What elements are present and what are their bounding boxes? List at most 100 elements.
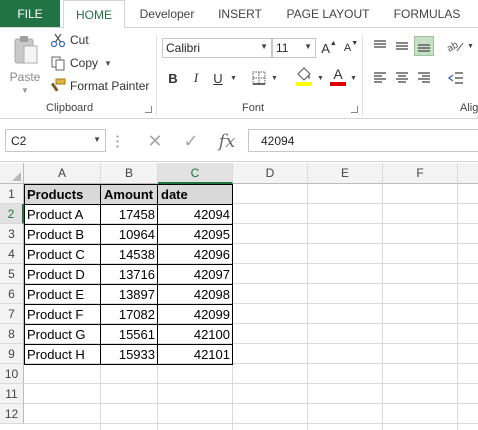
- chevron-down-icon[interactable]: ▼: [467, 43, 474, 50]
- cell-a2[interactable]: Product A: [24, 204, 101, 224]
- cell-c7[interactable]: 42099: [158, 304, 233, 324]
- row-header-3[interactable]: 3: [0, 224, 24, 244]
- tab-file[interactable]: FILE: [0, 0, 60, 27]
- format-painter-button[interactable]: Format Painter: [50, 76, 149, 96]
- cell-c4[interactable]: 42096: [158, 244, 233, 264]
- bold-button[interactable]: B: [163, 68, 183, 88]
- cell-c3[interactable]: 42095: [158, 224, 233, 244]
- row-header-8[interactable]: 8: [0, 324, 24, 344]
- align-top-button[interactable]: [370, 36, 390, 56]
- row-header-9[interactable]: 9: [0, 344, 24, 364]
- font-size-select[interactable]: 11 ▼: [272, 38, 316, 58]
- shrink-font-button[interactable]: A ▼: [341, 38, 361, 58]
- grow-font-button[interactable]: A ▲: [319, 38, 339, 58]
- cell-b9[interactable]: 15933: [101, 344, 158, 364]
- column-header-d[interactable]: D: [233, 163, 308, 184]
- tab-home[interactable]: HOME: [63, 0, 125, 28]
- cell-c1[interactable]: date: [158, 184, 233, 204]
- cell-a5[interactable]: Product D: [24, 264, 101, 284]
- cell-b3[interactable]: 10964: [101, 224, 158, 244]
- font-size-value: 11: [276, 41, 289, 55]
- column-header-a[interactable]: A: [24, 163, 101, 184]
- cell-a8[interactable]: Product G: [24, 324, 101, 344]
- ribbon-tab-bar: FILE HOME Developer INSERT PAGE LAYOUT F…: [0, 0, 478, 28]
- cell-a9[interactable]: Product H: [24, 344, 101, 364]
- align-center-button[interactable]: [392, 68, 412, 88]
- column-header-partial[interactable]: [458, 163, 478, 184]
- cell-c9[interactable]: 42101: [158, 344, 233, 364]
- cell-a6[interactable]: Product E: [24, 284, 101, 304]
- align-middle-button[interactable]: [392, 36, 412, 56]
- decrease-indent-icon: [448, 72, 463, 84]
- row-header-11[interactable]: 11: [0, 384, 24, 404]
- cell-b8[interactable]: 15561: [101, 324, 158, 344]
- borders-button[interactable]: [249, 68, 269, 88]
- cell-b6[interactable]: 13897: [101, 284, 158, 304]
- cut-button[interactable]: Cut: [50, 30, 89, 50]
- copy-button[interactable]: Copy ▼: [50, 53, 112, 73]
- decrease-indent-button[interactable]: [446, 68, 466, 88]
- cell-b4[interactable]: 14538: [101, 244, 158, 264]
- cell-c8[interactable]: 42100: [158, 324, 233, 344]
- paste-button[interactable]: Paste ▼: [6, 32, 44, 98]
- insert-function-icon[interactable]: fx: [216, 131, 238, 152]
- row-header-4[interactable]: 4: [0, 244, 24, 264]
- worksheet-grid[interactable]: A B C D E F 1 2 3 4 5 6 7 8 9 10 11 12 P…: [0, 163, 478, 430]
- chevron-down-icon[interactable]: ▼: [317, 75, 324, 82]
- cell-a7[interactable]: Product F: [24, 304, 101, 324]
- formula-bar-grip[interactable]: [116, 134, 119, 148]
- font-color-button[interactable]: A: [328, 66, 348, 86]
- group-divider: [362, 34, 363, 116]
- chevron-down-icon[interactable]: ▼: [350, 75, 357, 82]
- fill-color-button[interactable]: [294, 66, 314, 86]
- chevron-down-icon[interactable]: ▼: [104, 59, 112, 68]
- row-header-2[interactable]: 2: [0, 204, 24, 224]
- row-header-10[interactable]: 10: [0, 364, 24, 384]
- row-header-6[interactable]: 6: [0, 284, 24, 304]
- column-header-c[interactable]: C: [158, 163, 233, 184]
- column-header-b[interactable]: B: [101, 163, 158, 184]
- tab-page-layout[interactable]: PAGE LAYOUT: [278, 0, 378, 27]
- caret-up-icon: ▲: [329, 39, 337, 47]
- cell-c6[interactable]: 42098: [158, 284, 233, 304]
- column-header-f[interactable]: F: [383, 163, 458, 184]
- row-header-5[interactable]: 5: [0, 264, 24, 284]
- select-all-corner[interactable]: [0, 163, 24, 184]
- cell-c5[interactable]: 42097: [158, 264, 233, 284]
- chevron-down-icon[interactable]: ▼: [93, 135, 101, 144]
- orientation-button[interactable]: ab: [446, 36, 466, 56]
- name-box[interactable]: C2 ▼: [5, 129, 106, 152]
- cell-a3[interactable]: Product B: [24, 224, 101, 244]
- align-middle-icon: [396, 42, 408, 50]
- cell-b5[interactable]: 13716: [101, 264, 158, 284]
- cell-b2[interactable]: 17458: [101, 204, 158, 224]
- align-right-button[interactable]: [414, 68, 434, 88]
- cell-a4[interactable]: Product C: [24, 244, 101, 264]
- column-header-e[interactable]: E: [308, 163, 383, 184]
- clipboard-launcher-icon[interactable]: [145, 106, 152, 113]
- font-name-select[interactable]: Calibri ▼: [162, 38, 272, 58]
- cell-b7[interactable]: 17082: [101, 304, 158, 324]
- formula-input[interactable]: 42094: [248, 129, 478, 152]
- cell-c2[interactable]: 42094: [158, 204, 233, 224]
- paste-icon: [14, 36, 38, 64]
- cancel-icon[interactable]: ✕: [144, 131, 166, 151]
- tab-developer[interactable]: Developer: [130, 0, 204, 27]
- row-header-1[interactable]: 1: [0, 184, 24, 204]
- align-left-button[interactable]: [370, 68, 390, 88]
- enter-check-icon[interactable]: ✓: [180, 131, 202, 151]
- italic-button[interactable]: I: [186, 68, 206, 88]
- chevron-down-icon: ▼: [21, 86, 29, 95]
- font-launcher-icon[interactable]: [351, 106, 358, 113]
- row-header-12[interactable]: 12: [0, 404, 24, 424]
- tab-insert[interactable]: INSERT: [210, 0, 270, 27]
- cell-a1[interactable]: Products: [24, 184, 101, 204]
- chevron-down-icon[interactable]: ▼: [271, 75, 278, 82]
- chevron-down-icon[interactable]: ▼: [230, 75, 237, 82]
- tab-formulas[interactable]: FORMULAS: [386, 0, 468, 27]
- underline-button[interactable]: U: [208, 68, 228, 88]
- row-header-7[interactable]: 7: [0, 304, 24, 324]
- borders-icon: [252, 71, 266, 85]
- cell-b1[interactable]: Amount: [101, 184, 158, 204]
- align-bottom-button[interactable]: [414, 36, 434, 56]
